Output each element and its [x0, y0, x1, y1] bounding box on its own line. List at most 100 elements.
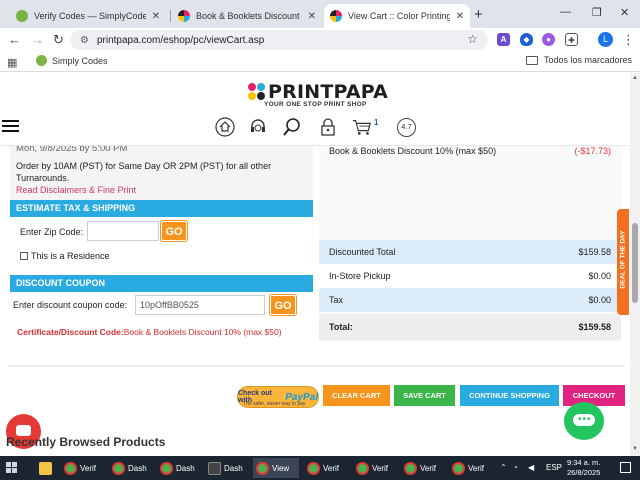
taskbar-app-8[interactable]: Verif: [401, 458, 447, 478]
back-icon[interactable]: ←: [8, 32, 21, 47]
close-tab-icon[interactable]: ✕: [152, 11, 160, 22]
profile-avatar[interactable]: L: [598, 32, 613, 47]
taskbar-app-label: Verif: [323, 463, 340, 473]
cert-label: Certificate/Discount Code:: [17, 327, 124, 337]
bookmark-label: Simply Codes: [52, 55, 108, 66]
hamburger-menu-icon[interactable]: [2, 120, 19, 135]
restore-icon[interactable]: ❐: [592, 6, 602, 19]
folder-icon: [525, 55, 538, 65]
close-window-icon[interactable]: ✕: [620, 6, 629, 19]
deal-tab-label: DEAL OF THE DAY: [619, 230, 627, 289]
close-tab-icon[interactable]: ✕: [308, 11, 316, 22]
zip-input[interactable]: [87, 221, 159, 241]
summary-row-tax: Tax $0.00: [319, 288, 621, 312]
extension-a-icon[interactable]: A: [497, 33, 510, 46]
all-bookmarks-label: Todos los marcadores: [543, 55, 632, 65]
summary-value: $159.58: [578, 247, 611, 257]
scroll-thumb[interactable]: [632, 223, 638, 303]
reload-icon[interactable]: ↻: [53, 32, 64, 48]
tab-verify-codes[interactable]: Verify Codes — SimplyCodes ✕: [10, 4, 166, 28]
taskbar-app-7[interactable]: Verif: [353, 458, 399, 478]
scroll-down-icon[interactable]: ▼: [632, 446, 638, 452]
support-headset-icon[interactable]: [248, 117, 268, 137]
all-bookmarks[interactable]: Todos los marcadores: [525, 55, 632, 65]
chat-widget-green-icon[interactable]: •••: [564, 402, 604, 440]
checkout-button[interactable]: CHECKOUT: [563, 385, 625, 406]
extension-purple-icon[interactable]: ●: [542, 33, 555, 46]
taskbar-app-label: Dash: [128, 463, 147, 473]
printpapa-logo[interactable]: PRINTPAPA: [248, 81, 388, 103]
taskbar-app-5[interactable]: View: [253, 458, 299, 478]
summary-value: $0.00: [588, 271, 611, 281]
site-info-icon[interactable]: ⚙: [80, 35, 89, 46]
windows-start-icon[interactable]: [6, 462, 18, 474]
page-scrollbar[interactable]: ▲ ▼: [630, 73, 640, 456]
wifi-icon[interactable]: ◔: [513, 463, 518, 472]
tab-title: Book & Booklets Discount 10%: [196, 11, 302, 21]
search-icon[interactable]: [282, 117, 302, 137]
tab-title: Verify Codes — SimplyCodes: [34, 11, 146, 21]
taskbar-app-3[interactable]: Dash: [157, 458, 203, 478]
summary-label: Tax: [329, 295, 344, 305]
continue-shopping-button[interactable]: CONTINUE SHOPPING: [460, 385, 559, 406]
tab-separator: [170, 10, 171, 22]
summary-value: $0.00: [588, 295, 611, 305]
coupon-go-button[interactable]: GO: [270, 295, 296, 315]
chrome-icon: [356, 461, 369, 475]
estimate-heading: ESTIMATE TAX & SHIPPING: [10, 200, 313, 217]
extensions-puzzle-icon[interactable]: ✚: [565, 33, 578, 46]
coupon-input[interactable]: [135, 295, 265, 315]
tab-book-discount[interactable]: Book & Booklets Discount 10% ✕: [172, 4, 322, 28]
new-tab-icon[interactable]: +: [474, 6, 483, 23]
bookmark-simply-codes[interactable]: Simply Codes: [36, 55, 108, 66]
rating-badge[interactable]: 4.7: [397, 118, 416, 137]
clock-date: 26/8/2025: [567, 468, 601, 477]
order-summary: Book & Booklets Discount 10% (max $50) (…: [319, 146, 621, 342]
delivery-info: Mon, 9/8/2025 by 5:00 PM Order by 10AM (…: [10, 146, 313, 200]
volume-icon[interactable]: ◀: [528, 463, 534, 472]
taskbar-clock[interactable]: 9:34 a. m. 26/8/2025: [567, 458, 600, 478]
save-cart-button[interactable]: SAVE CART: [394, 385, 455, 406]
taskbar-app-6[interactable]: Verif: [304, 458, 350, 478]
clock-time: 9:34 a. m.: [567, 458, 601, 467]
extension-shield-icon[interactable]: ◆: [520, 33, 533, 46]
clear-cart-button[interactable]: CLEAR CART: [323, 385, 390, 406]
coupon-label: Enter discount coupon code:: [13, 300, 128, 310]
tray-chevron-icon[interactable]: ⌃: [500, 463, 507, 472]
url-text: printpapa.com/eshop/pc/viewCart.asp: [96, 34, 265, 46]
bookmark-star-icon[interactable]: ☆: [467, 32, 478, 46]
address-bar[interactable]: ⚙ printpapa.com/eshop/pc/viewCart.asp ☆: [70, 30, 488, 50]
zip-go-button[interactable]: GO: [161, 221, 187, 241]
printpapa-icon: [330, 10, 342, 22]
deal-of-the-day-tab[interactable]: DEAL OF THE DAY: [617, 209, 629, 315]
taskbar-file-explorer[interactable]: [36, 458, 58, 478]
summary-row-discounted-total: Discounted Total $159.58: [319, 240, 621, 264]
taskbar-app-4[interactable]: Dash: [205, 458, 251, 478]
windows-taskbar: Verif Dash Dash Dash View Verif Verif Ve…: [0, 456, 640, 480]
close-tab-icon[interactable]: ✕: [456, 11, 464, 22]
paypal-tagline: The safer, easier way to pay: [243, 401, 306, 407]
chrome-icon: [112, 461, 125, 475]
summary-row-total: Total: $159.58: [319, 314, 621, 340]
lock-icon[interactable]: [318, 117, 338, 137]
disclaimer-link[interactable]: Read Disclaimers & Fine Print: [16, 184, 307, 200]
cert-value: Book & Booklets Discount 10% (max $50): [123, 327, 282, 337]
taskbar-app-2[interactable]: Dash: [109, 458, 155, 478]
language-indicator[interactable]: ESP: [546, 463, 562, 472]
tab-title: View Cart :: Color Printing :: Prin: [348, 11, 450, 21]
taskbar-app-9[interactable]: Verif: [449, 458, 495, 478]
residence-checkbox[interactable]: [20, 252, 28, 260]
cart-icon[interactable]: [352, 117, 374, 137]
home-icon[interactable]: [215, 117, 235, 137]
taskbar-app-label: Dash: [224, 463, 243, 473]
minimize-icon[interactable]: —: [560, 6, 571, 18]
apps-grid-icon[interactable]: ▦: [7, 56, 17, 69]
tab-view-cart[interactable]: View Cart :: Color Printing :: Prin ✕: [324, 4, 470, 28]
taskbar-app-1[interactable]: Verif: [61, 458, 107, 478]
notifications-icon[interactable]: [620, 462, 631, 473]
forward-icon[interactable]: →: [31, 32, 44, 47]
browser-menu-icon[interactable]: ⋮: [622, 32, 635, 48]
scroll-up-icon[interactable]: ▲: [632, 75, 638, 81]
residence-label: This is a Residence: [31, 251, 110, 261]
summary-row-pickup: In-Store Pickup $0.00: [319, 264, 621, 288]
